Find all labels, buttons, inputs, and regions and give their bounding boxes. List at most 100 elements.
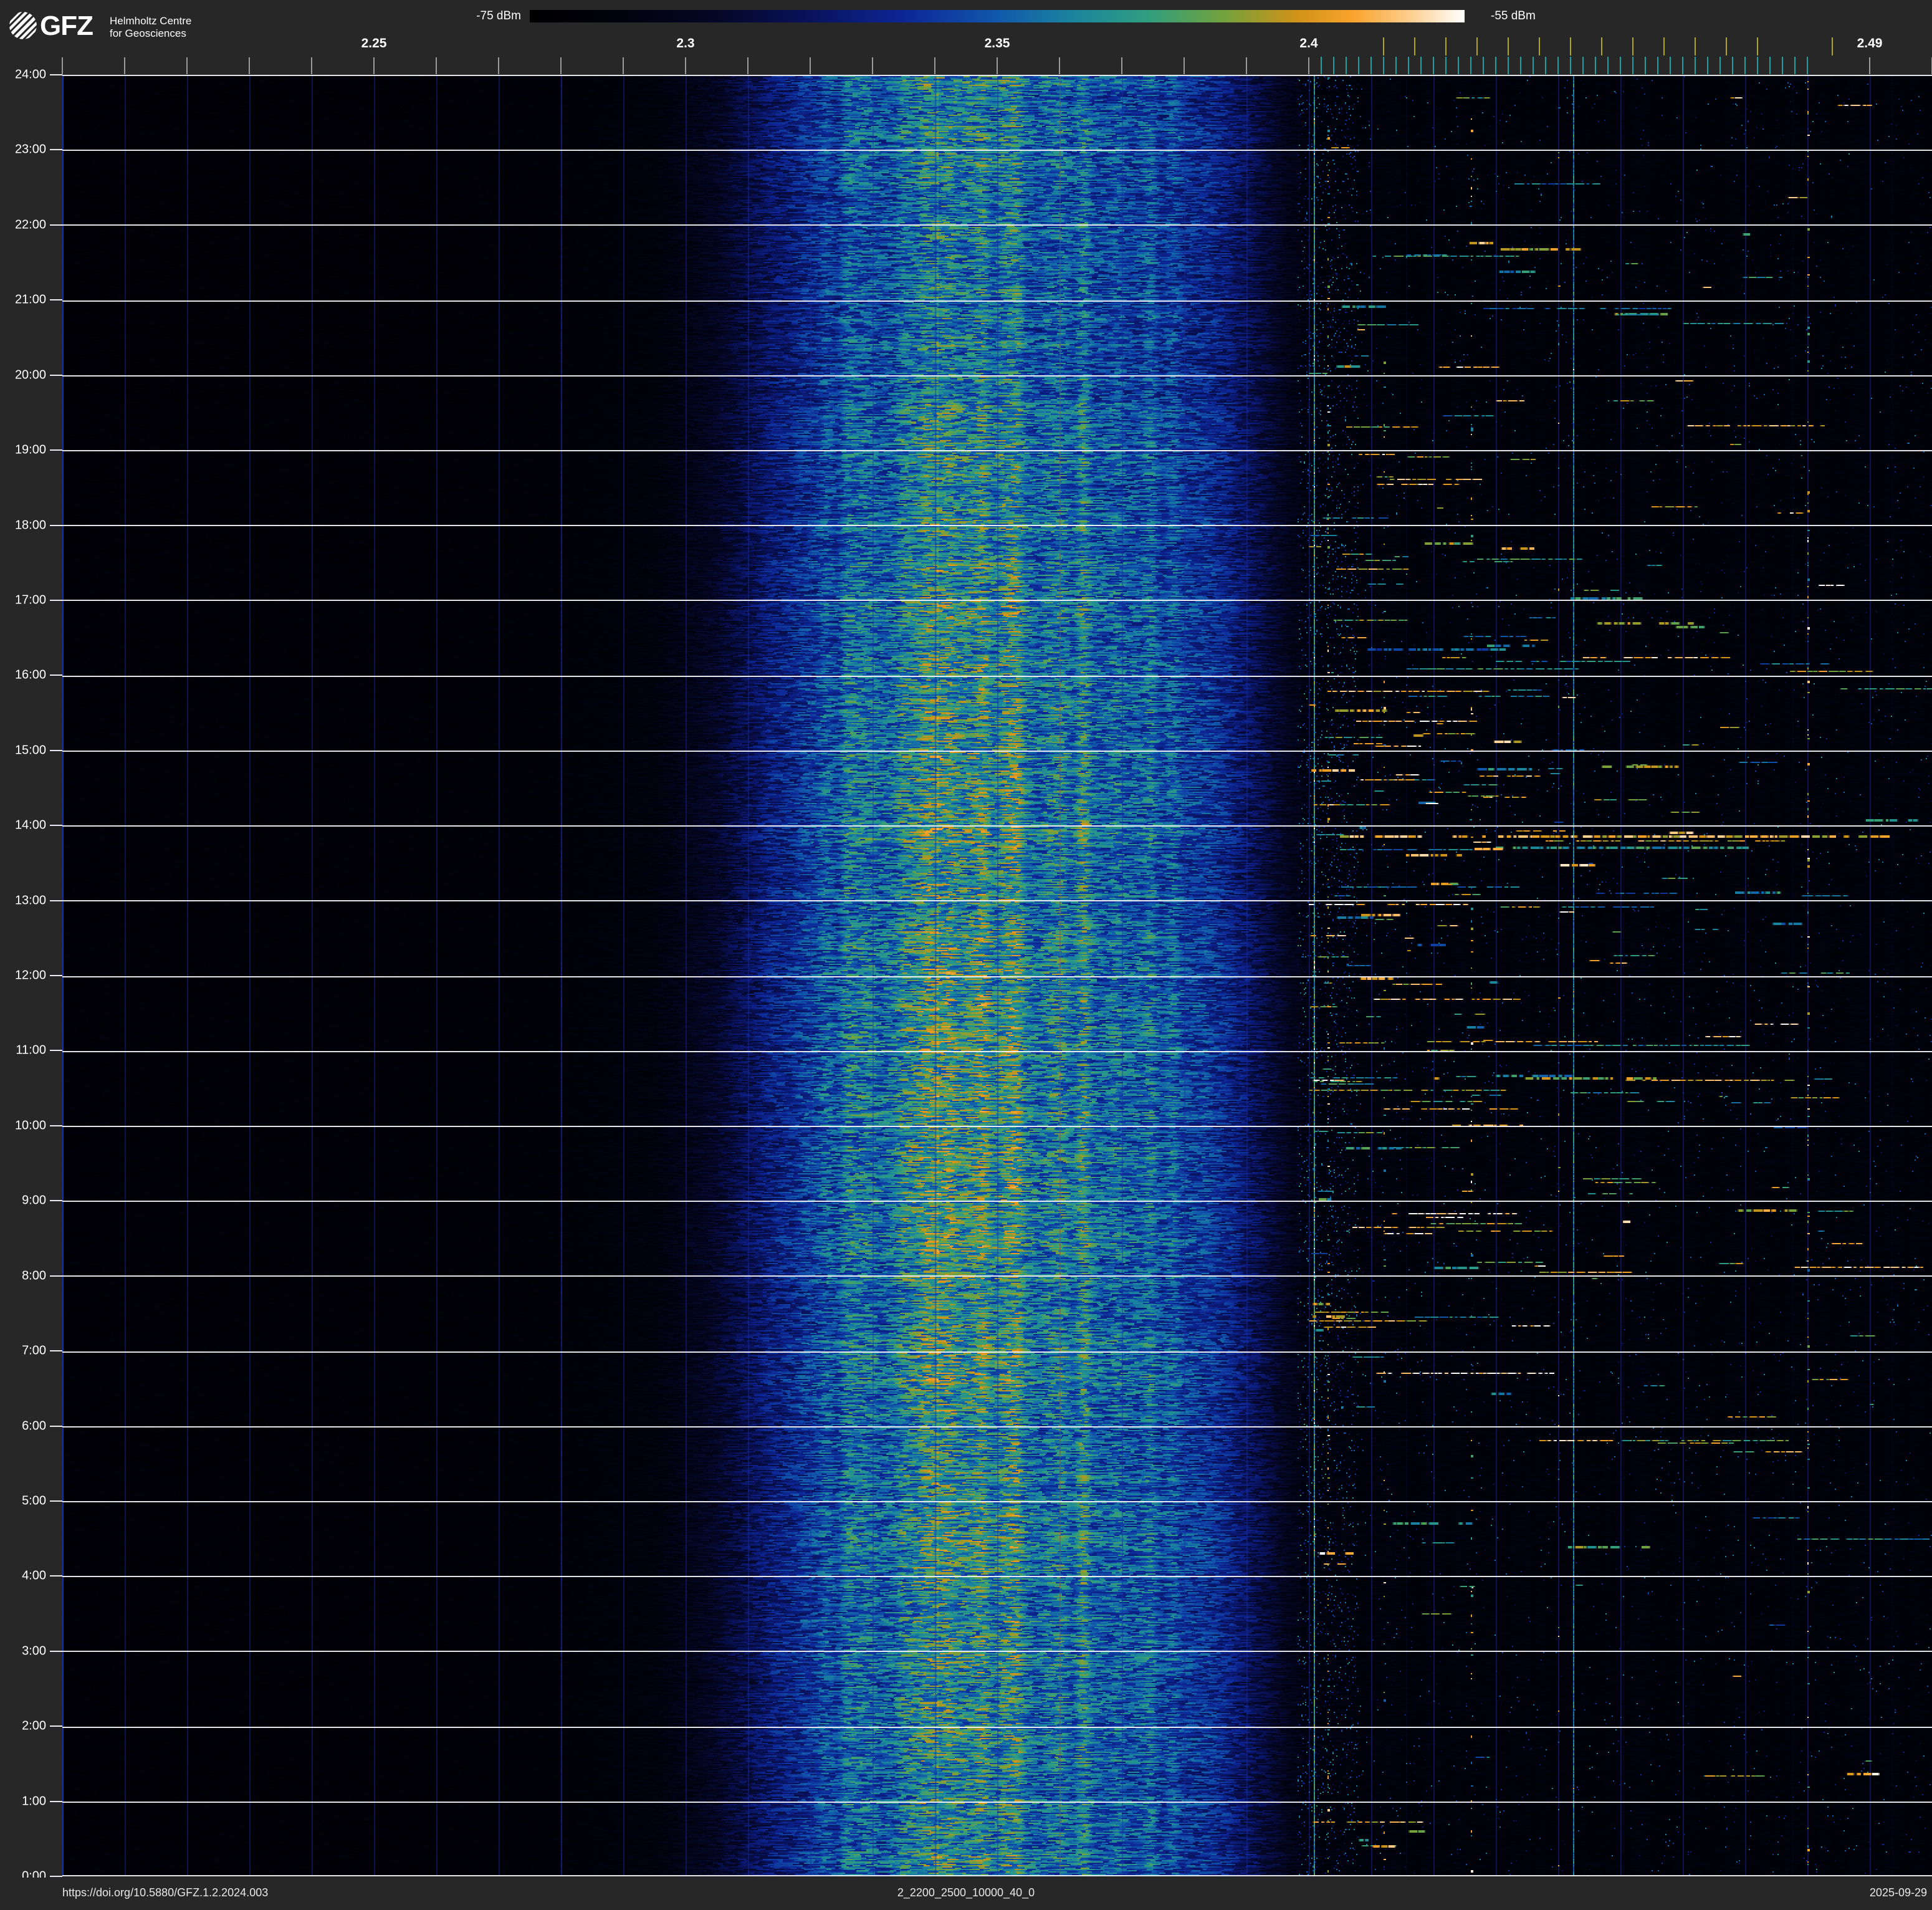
wifi-channel-tick (1632, 37, 1633, 55)
ble-channel-tick (1695, 57, 1696, 74)
ble-channel-tick (1346, 57, 1347, 74)
time-tick (50, 74, 62, 75)
time-tick-label: 18:00 (14, 518, 46, 532)
ble-channel-tick (1483, 57, 1484, 74)
ble-channel-tick (1807, 57, 1808, 74)
freq-tick-minor (997, 57, 998, 74)
time-tick (50, 1050, 62, 1052)
time-tick-label: 14:00 (14, 818, 46, 832)
time-tick-label: 1:00 (22, 1794, 46, 1808)
time-tick (50, 1200, 62, 1202)
wifi-channel-tick (1832, 37, 1833, 55)
time-tick-label: 10:00 (14, 1118, 46, 1133)
ble-channel-tick (1620, 57, 1621, 74)
time-tick-label: 21:00 (14, 292, 46, 307)
time-tick (50, 599, 62, 601)
time-tick (50, 1425, 62, 1427)
wifi-channel-tick (1539, 37, 1540, 55)
ble-channel-tick (1782, 57, 1783, 74)
wifi-channel-tick (1476, 37, 1478, 55)
time-tick (50, 524, 62, 526)
time-tick (50, 224, 62, 226)
time-tick-label: 4:00 (22, 1568, 46, 1583)
freq-tick-minor (1059, 57, 1060, 74)
ble-channel-tick (1607, 57, 1609, 74)
time-tick-label: 7:00 (22, 1343, 46, 1358)
ble-channel-tick (1321, 57, 1322, 74)
ble-channel-tick (1657, 57, 1658, 74)
freq-tick-label: 2.3 (676, 36, 695, 50)
wifi-channel-tick (1663, 37, 1665, 55)
wifi-channel-tick (1383, 37, 1384, 55)
freq-tick-minor (498, 57, 499, 74)
ble-channel-tick (1744, 57, 1746, 74)
ble-channel-tick (1719, 57, 1721, 74)
time-tick (50, 1800, 62, 1802)
ble-channel-tick (1632, 57, 1633, 74)
time-tick (50, 1125, 62, 1126)
gfz-logo-subtitle-line1: Helmholtz Centre (110, 15, 192, 27)
freq-tick-minor (436, 57, 437, 74)
freq-tick-minor (623, 57, 624, 74)
time-tick (50, 299, 62, 301)
ble-channel-tick (1333, 57, 1334, 74)
time-tick (50, 1275, 62, 1277)
ble-channel-tick (1769, 57, 1771, 74)
time-tick (50, 975, 62, 976)
time-tick-label: 5:00 (22, 1494, 46, 1508)
freq-tick-minor (186, 57, 188, 74)
time-tick-label: 13:00 (14, 893, 46, 908)
time-tick-label: 11:00 (16, 1043, 46, 1057)
time-tick-label: 23:00 (14, 142, 46, 156)
ble-channel-tick (1383, 57, 1384, 74)
freq-tick-minor (249, 57, 250, 74)
time-tick (50, 449, 62, 451)
freq-tick-label: 2.4 (1299, 36, 1318, 50)
freq-tick-minor (1869, 57, 1870, 74)
wifi-channel-tick (1601, 37, 1602, 55)
time-tick (50, 900, 62, 901)
time-tick-label: 8:00 (22, 1269, 46, 1283)
freq-tick-minor (560, 57, 562, 74)
time-tick-label: 22:00 (14, 218, 46, 232)
gfz-logo-text: GFZ (40, 11, 93, 41)
spectrogram-page: GFZ Helmholtz Centre for Geosciences -75… (0, 0, 1932, 1910)
ble-channel-tick (1420, 57, 1422, 74)
time-tick (50, 149, 62, 151)
time-tick (50, 1575, 62, 1577)
ble-channel-tick (1794, 57, 1796, 74)
spectrogram-plot (62, 75, 1932, 1876)
wifi-channel-tick (1695, 37, 1696, 55)
ble-channel-tick (1707, 57, 1708, 74)
ble-channel-tick (1520, 57, 1521, 74)
colorbar-min-label: -75 dBm (476, 9, 521, 22)
time-tick (50, 1876, 62, 1877)
wifi-channel-tick (1414, 37, 1415, 55)
ble-channel-tick (1508, 57, 1509, 74)
wifi-channel-tick (1726, 37, 1727, 55)
freq-tick-label: 2.35 (984, 36, 1010, 50)
time-tick-label: 17:00 (14, 593, 46, 607)
ble-channel-tick (1370, 57, 1372, 74)
time-tick-label: 16:00 (14, 668, 46, 682)
time-tick-label: 3:00 (22, 1644, 46, 1658)
ble-channel-tick (1570, 57, 1571, 74)
ble-channel-tick (1670, 57, 1671, 74)
time-tick (50, 825, 62, 827)
time-tick (50, 1725, 62, 1727)
footer-date: 2025-09-29 (1869, 1886, 1927, 1899)
time-tick-label: 20:00 (14, 368, 46, 382)
wifi-channel-tick (1570, 37, 1571, 55)
time-tick (50, 674, 62, 676)
freq-tick-minor (1246, 57, 1247, 74)
ble-channel-tick (1395, 57, 1397, 74)
footer-bar: https://doi.org/10.5880/GFZ.1.2.2024.003… (0, 1878, 1932, 1910)
time-tick (50, 374, 62, 376)
ble-channel-tick (1445, 57, 1447, 74)
time-tick-label: 12:00 (14, 968, 46, 982)
freq-tick-minor (747, 57, 748, 74)
ble-channel-tick (1545, 57, 1546, 74)
ble-channel-tick (1408, 57, 1409, 74)
ble-channel-tick (1470, 57, 1471, 74)
time-tick-label: 9:00 (22, 1193, 46, 1207)
